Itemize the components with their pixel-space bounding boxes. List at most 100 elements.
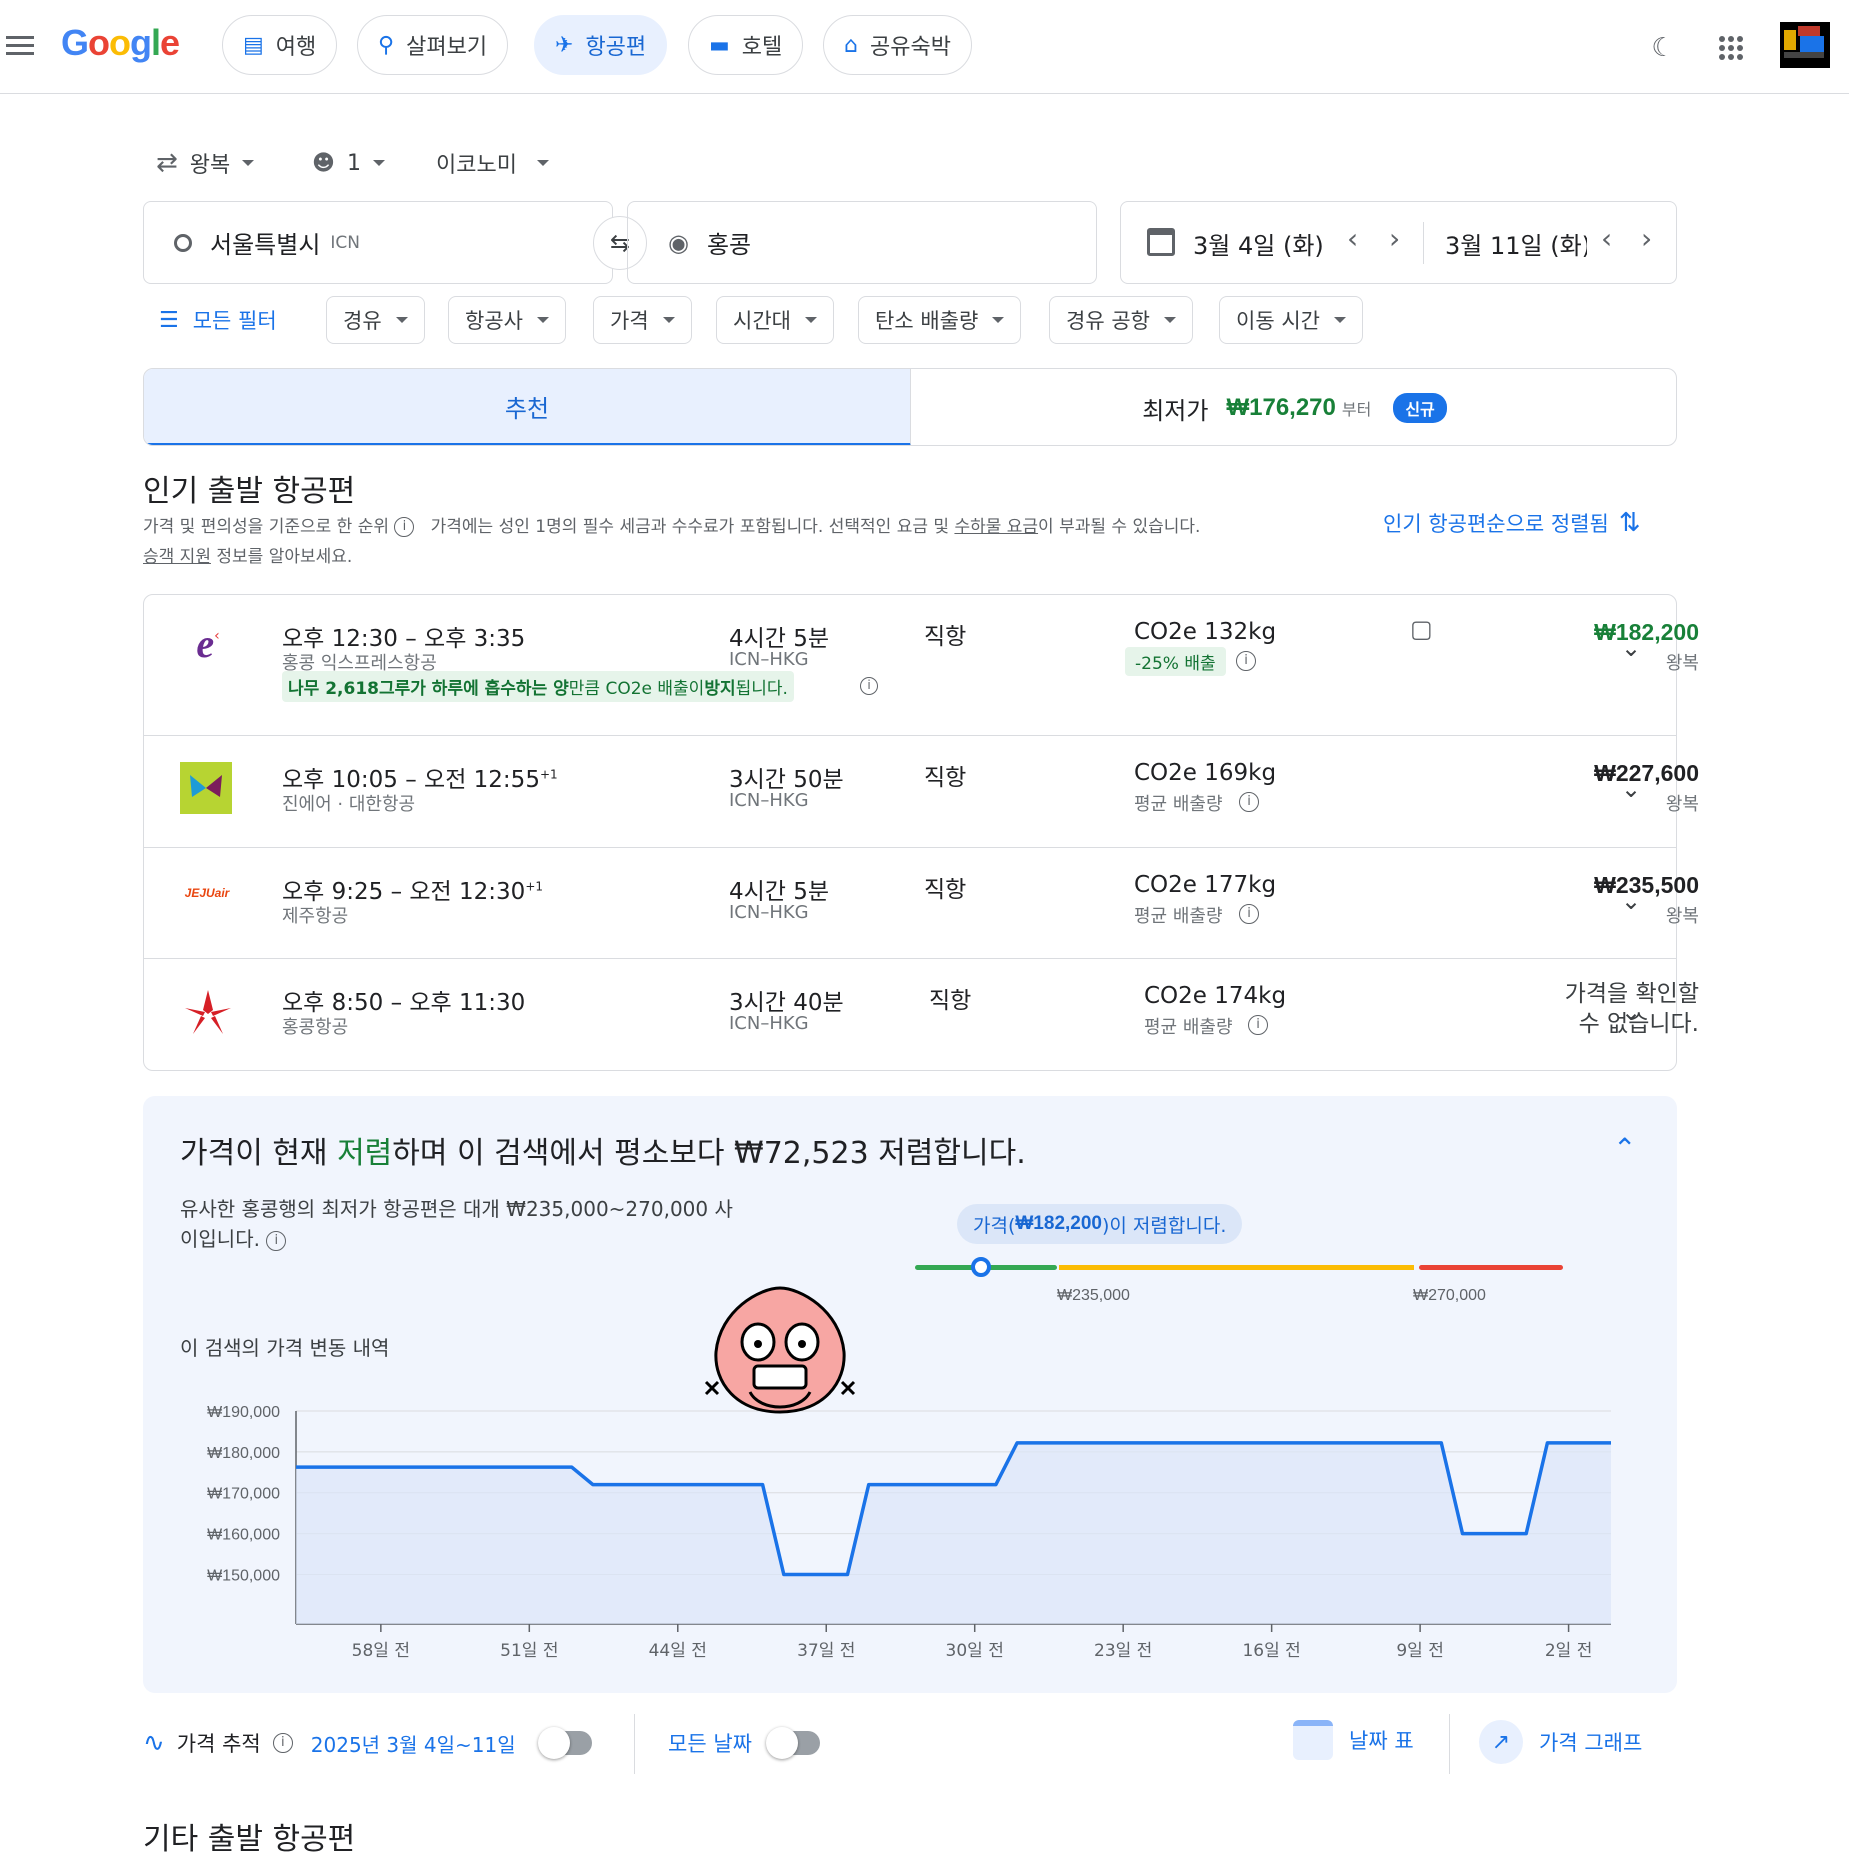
flight-row[interactable]: 오후 8:50 – 오후 11:30 홍콩항공 3시간 40분 ICN–HKG … bbox=[144, 959, 1699, 1070]
price-insight-headline: 가격이 현재 저렴하며 이 검색에서 평소보다 ₩72,523 저렴합니다. bbox=[180, 1128, 1026, 1172]
filter-emissions[interactable]: 탄소 배출량 bbox=[858, 296, 1022, 344]
info-icon[interactable]: i bbox=[272, 1733, 293, 1753]
x-tick-label: 44일 전 bbox=[649, 1641, 707, 1661]
passengers-select[interactable]: ☻ 1 bbox=[312, 145, 385, 181]
tab-cheapest[interactable]: 최저가 ₩176,270 부터 신규 bbox=[911, 369, 1676, 445]
flight-row[interactable]: e ‹ 오후 12:30 – 오후 3:35 홍콩 익스프레스항공 나무 2,61… bbox=[144, 595, 1699, 736]
next-day-marker: +1 bbox=[539, 767, 558, 782]
flight-times: 오후 12:30 – 오후 3:35 bbox=[282, 626, 526, 652]
flight-duration: 3시간 50분 bbox=[729, 767, 844, 793]
info-icon[interactable]: i bbox=[394, 517, 415, 537]
price-area bbox=[296, 1442, 1611, 1624]
depart-prev-icon[interactable]: ‹ bbox=[1347, 222, 1358, 255]
x-tick-label: 51일 전 bbox=[500, 1641, 558, 1661]
co2-emissions: CO2e 169kg bbox=[1134, 760, 1277, 786]
collapse-chevron-icon[interactable]: ⌃ bbox=[1613, 1132, 1636, 1165]
filter-label: 탄소 배출량 bbox=[875, 309, 979, 333]
flight-row[interactable]: JEJUair 오후 9:25 – 오전 12:30+1 제주항공 4시간 5분… bbox=[144, 848, 1699, 959]
person-icon: ☻ bbox=[312, 150, 335, 176]
price-note: 왕복 bbox=[1665, 906, 1699, 927]
y-tick-label: ₩150,000 bbox=[207, 1567, 280, 1584]
apps-grid-icon[interactable] bbox=[1713, 30, 1749, 66]
hotel-icon: ▬ bbox=[709, 32, 730, 58]
sort-button[interactable]: 인기 항공편순으로 정렬됨 ⇅ bbox=[1383, 508, 1641, 538]
airline-logo-hong-kong-airlines bbox=[182, 987, 234, 1039]
tab-recommended[interactable]: 추천 bbox=[144, 369, 911, 445]
expand-chevron-icon[interactable]: ⌄ bbox=[1618, 634, 1644, 662]
nav-tab-explore[interactable]: ⚲ 살펴보기 bbox=[357, 15, 509, 75]
cabin-class-select[interactable]: 이코노미 bbox=[436, 145, 549, 181]
info-icon[interactable]: i bbox=[1248, 1015, 1268, 1035]
x-tick-label: 9일 전 bbox=[1396, 1641, 1444, 1661]
headline-status: 저렴 bbox=[337, 1136, 393, 1171]
co2-emissions: CO2e 177kg bbox=[1134, 872, 1277, 898]
date-picker-field[interactable]: 3월 4일 (화) ‹ › 3월 11일 (화) ‹ › bbox=[1120, 201, 1677, 284]
nav-tab-travel[interactable]: ▤ 여행 bbox=[222, 15, 338, 75]
return-date[interactable]: 3월 11일 (화) bbox=[1445, 226, 1587, 261]
expand-chevron-icon[interactable]: ⌄ bbox=[1618, 775, 1644, 803]
nav-tab-label: 호텔 bbox=[741, 35, 783, 60]
passenger-assistance-link[interactable]: 승객 지원 bbox=[143, 547, 211, 567]
destination-field[interactable]: ◉ 홍콩 bbox=[627, 201, 1097, 284]
expand-chevron-icon[interactable]: ⌄ bbox=[1618, 998, 1644, 1026]
price-graph-button[interactable]: ↗ 가격 그래프 bbox=[1479, 1720, 1642, 1764]
airline-name: 진에어 · 대한항공 bbox=[282, 794, 416, 815]
price-note-end: 이 부과될 수 있습니다. bbox=[1038, 517, 1201, 537]
y-tick-label: ₩180,000 bbox=[207, 1445, 280, 1462]
nav-tab-flights[interactable]: ✈ 항공편 bbox=[534, 15, 668, 75]
swap-horiz-icon: ⇄ bbox=[156, 148, 178, 178]
tune-icon: ☰ bbox=[159, 307, 179, 333]
price-note: 가격에는 성인 1명의 필수 세금과 수수료가 포함됩니다. 선택적인 요금 및 bbox=[430, 517, 955, 537]
current-price-marker bbox=[971, 1257, 991, 1277]
info-icon[interactable]: i bbox=[266, 1230, 287, 1251]
flight-row[interactable]: 오후 10:05 – 오전 12:55+1 진에어 · 대한항공 3시간 50분… bbox=[144, 736, 1699, 848]
filter-connecting-airports[interactable]: 경유 공항 bbox=[1049, 296, 1193, 344]
filter-duration[interactable]: 이동 시간 bbox=[1219, 296, 1363, 344]
any-dates-toggle[interactable] bbox=[765, 1727, 820, 1759]
price-note: 왕복 bbox=[1665, 794, 1699, 815]
bubble-text: 가격( bbox=[973, 1214, 1016, 1237]
filter-price[interactable]: 가격 bbox=[593, 296, 692, 344]
info-icon[interactable]: i bbox=[860, 677, 878, 695]
range-low-label: ₩235,000 bbox=[1057, 1287, 1130, 1304]
info-icon[interactable]: i bbox=[1236, 651, 1256, 671]
price-level-bubble: 가격(₩182,200)이 저렴합니다. bbox=[957, 1204, 1243, 1244]
price-range-typical-segment bbox=[1059, 1265, 1414, 1270]
filter-times[interactable]: 시간대 bbox=[716, 296, 834, 344]
x-tick-label: 16일 전 bbox=[1242, 1641, 1300, 1661]
date-grid-button[interactable]: 날짜 표 bbox=[1293, 1720, 1414, 1760]
trip-type-value: 왕복 bbox=[189, 153, 231, 178]
filter-label: 경유 bbox=[343, 309, 382, 333]
google-logo[interactable]: Google bbox=[61, 22, 180, 64]
return-next-icon[interactable]: › bbox=[1641, 222, 1652, 255]
account-avatar[interactable] bbox=[1780, 22, 1830, 68]
location-pin-icon: ◉ bbox=[668, 228, 689, 257]
origin-field[interactable]: 서울특별시 ICN bbox=[143, 201, 613, 284]
baggage-fees-link[interactable]: 수하물 요금 bbox=[954, 517, 1038, 537]
trip-type-select[interactable]: ⇄ 왕복 bbox=[156, 145, 255, 181]
all-filters-button[interactable]: ☰ 모든 필터 bbox=[143, 296, 293, 344]
no-carry-on-bag-icon[interactable]: ▢ bbox=[1410, 615, 1433, 643]
all-filters-label: 모든 필터 bbox=[192, 309, 277, 333]
flight-stops: 직항 bbox=[924, 624, 967, 650]
main-menu-icon[interactable] bbox=[0, 28, 40, 64]
return-prev-icon[interactable]: ‹ bbox=[1601, 222, 1612, 255]
nav-tab-vacation-rentals[interactable]: ⌂ 공유숙박 bbox=[823, 15, 972, 75]
depart-date[interactable]: 3월 4일 (화) bbox=[1193, 226, 1324, 261]
filter-airlines[interactable]: 항공사 bbox=[448, 296, 566, 344]
info-icon[interactable]: i bbox=[1239, 792, 1259, 812]
dark-mode-icon[interactable]: ☾ bbox=[1645, 30, 1681, 66]
luggage-icon: ▤ bbox=[243, 32, 264, 58]
range-high-label: ₩270,000 bbox=[1413, 1287, 1486, 1304]
bubble-price: ₩182,200 bbox=[1015, 1213, 1102, 1234]
track-dates-toggle[interactable] bbox=[537, 1727, 592, 1759]
tab-recommended-label: 추천 bbox=[504, 394, 550, 423]
depart-next-icon[interactable]: › bbox=[1389, 222, 1400, 255]
filter-stops[interactable]: 경유 bbox=[326, 296, 425, 344]
calendar-icon bbox=[1147, 228, 1175, 256]
nav-tab-hotels[interactable]: ▬ 호텔 bbox=[688, 15, 804, 75]
expand-chevron-icon[interactable]: ⌄ bbox=[1618, 887, 1644, 915]
flight-route: ICN–HKG bbox=[729, 1013, 809, 1034]
info-icon[interactable]: i bbox=[1239, 904, 1259, 924]
flight-route: ICN–HKG bbox=[729, 790, 809, 811]
